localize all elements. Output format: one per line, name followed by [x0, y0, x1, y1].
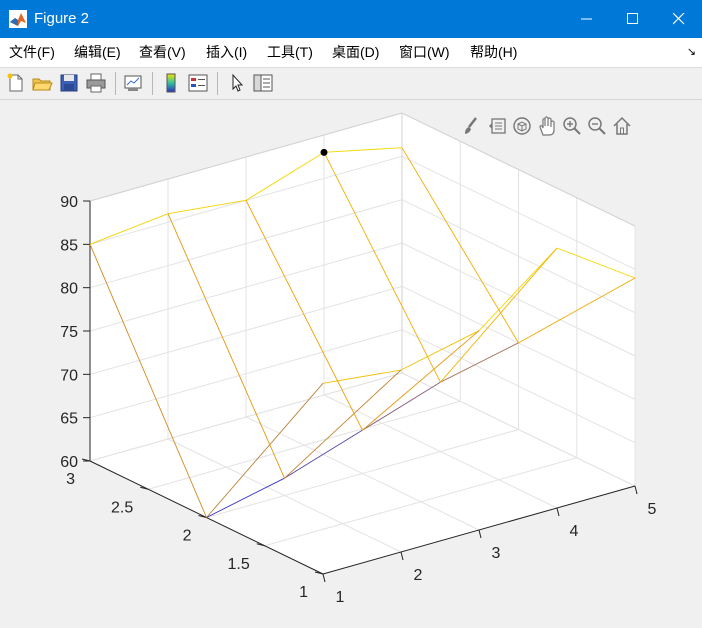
window-title: Figure 2	[34, 10, 90, 27]
menu-help[interactable]: 帮助(H)	[470, 44, 517, 60]
minimize-icon	[581, 18, 592, 20]
menu-edit[interactable]: 编辑(E)	[74, 44, 121, 60]
menu-insert[interactable]: 插入(I)	[206, 44, 247, 60]
open-file-icon[interactable]	[31, 72, 53, 94]
zoom-out-icon[interactable]	[587, 115, 607, 137]
figure-canvas[interactable]	[0, 100, 702, 628]
menu-desktop[interactable]: 桌面(D)	[332, 44, 379, 60]
matlab-logo-icon	[9, 10, 27, 28]
pan-icon[interactable]	[537, 115, 557, 137]
close-button[interactable]	[656, 0, 702, 38]
home-icon[interactable]	[612, 115, 632, 137]
maximize-button[interactable]	[610, 0, 656, 38]
data-tips-icon[interactable]	[487, 115, 507, 137]
title-bar: Figure 2	[0, 0, 702, 38]
toolbar-separator	[217, 72, 218, 95]
toolbar-separator	[152, 72, 153, 95]
maximize-icon	[627, 12, 638, 24]
dock-arrow-icon[interactable]: ↘	[687, 45, 696, 58]
new-figure-icon[interactable]	[5, 72, 27, 94]
close-icon	[672, 12, 685, 25]
save-icon[interactable]	[58, 72, 80, 94]
toolbar-separator	[115, 72, 116, 95]
menu-tools[interactable]: 工具(T)	[267, 44, 313, 60]
menu-window[interactable]: 窗口(W)	[399, 44, 450, 60]
zoom-in-icon[interactable]	[562, 115, 582, 137]
figure-toolbar	[0, 68, 702, 100]
print-icon[interactable]	[85, 72, 107, 94]
menu-bar: 文件(F) 编辑(E) 查看(V) 插入(I) 工具(T) 桌面(D) 窗口(W…	[0, 38, 702, 68]
pointer-icon[interactable]	[226, 72, 248, 94]
property-inspector-icon[interactable]	[252, 72, 274, 94]
menu-view[interactable]: 查看(V)	[139, 44, 186, 60]
brush-icon[interactable]	[461, 115, 481, 137]
rotate-3d-icon[interactable]	[512, 115, 532, 137]
minimize-button[interactable]	[564, 0, 610, 38]
link-plot-icon[interactable]	[122, 72, 144, 94]
legend-icon[interactable]	[187, 72, 209, 94]
colorbar-icon[interactable]	[160, 72, 182, 94]
menu-file[interactable]: 文件(F)	[9, 44, 55, 60]
